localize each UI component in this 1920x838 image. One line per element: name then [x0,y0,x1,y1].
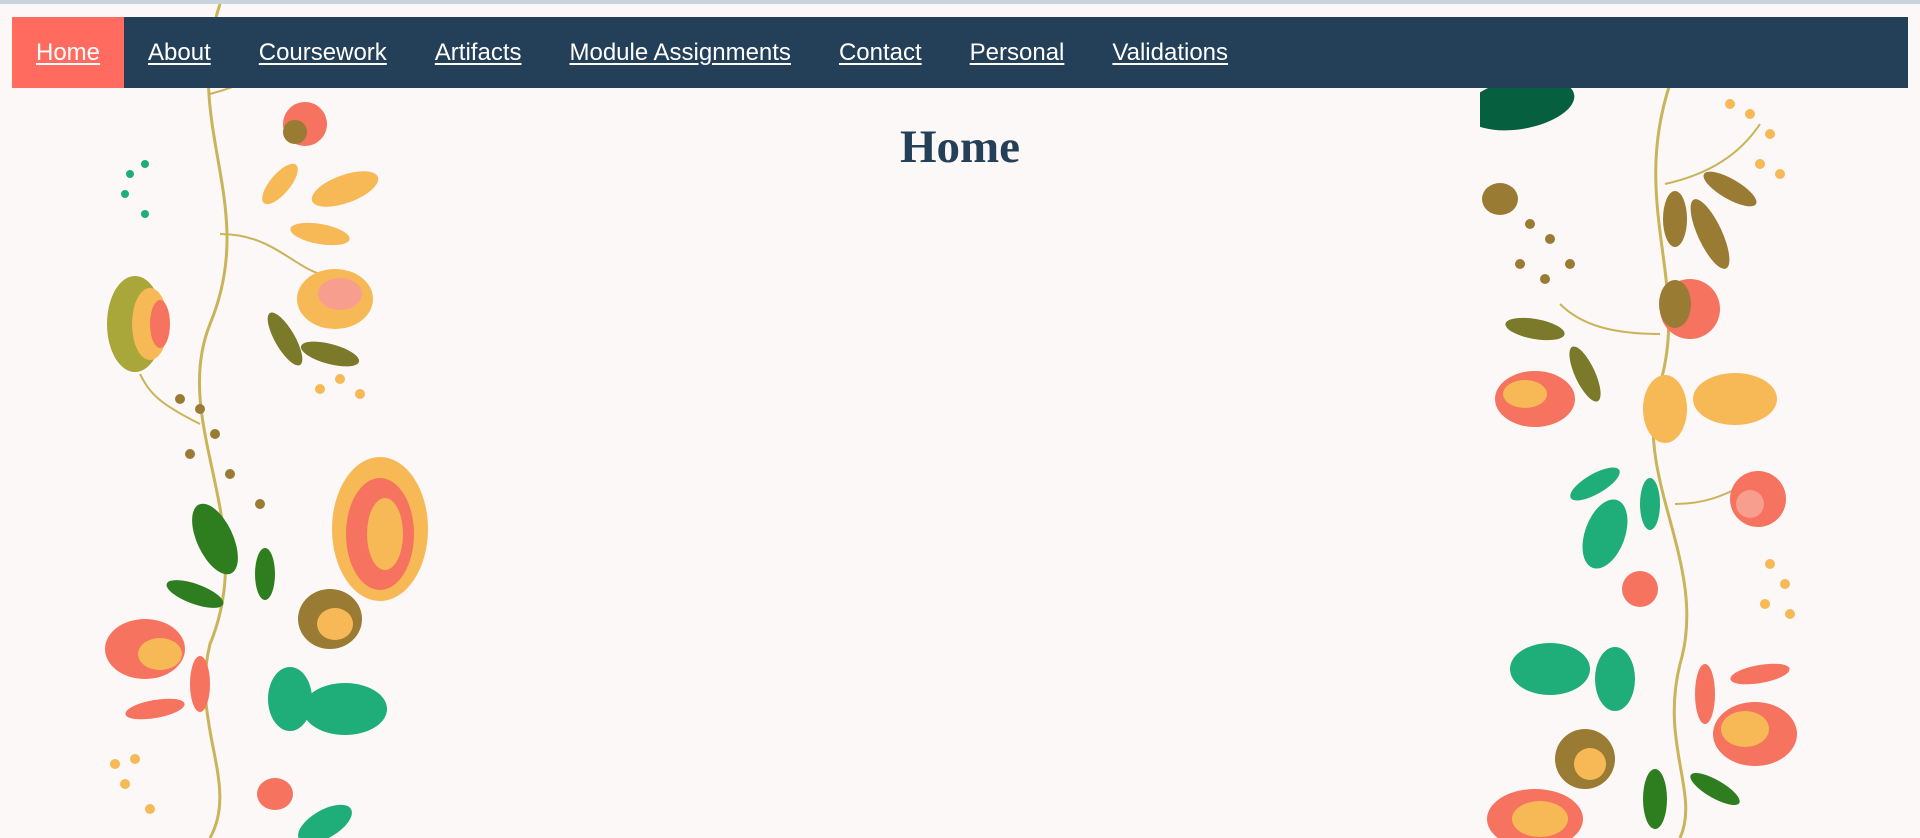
page-background: Home About Coursework Artifacts Module A… [0,4,1920,838]
nav-link-contact[interactable]: Contact [815,17,946,88]
page-title: Home [899,121,1021,173]
nav-link-module-assignments[interactable]: Module Assignments [545,17,814,88]
nav-link-about[interactable]: About [124,17,235,88]
nav-link-validations[interactable]: Validations [1088,17,1252,88]
nav-link-personal[interactable]: Personal [946,17,1089,88]
nav-link-home[interactable]: Home [12,17,125,88]
nav-link-coursework[interactable]: Coursework [235,17,411,88]
nav-link-artifacts[interactable]: Artifacts [411,17,546,88]
main-navigation: Home About Coursework Artifacts Module A… [12,17,1908,88]
